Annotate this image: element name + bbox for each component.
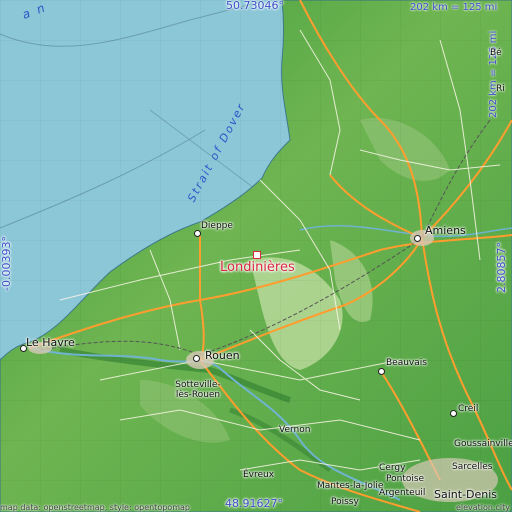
city-label-goussainville: Goussainville bbox=[454, 439, 512, 449]
city-label-pontoise: Pontoise bbox=[386, 474, 425, 484]
location-marker[interactable] bbox=[253, 251, 261, 259]
city-label-le-havre: Le Havre bbox=[26, 336, 75, 349]
city-dot-beauvais bbox=[378, 368, 385, 375]
coord-top-latitude: 50.73046° bbox=[226, 0, 284, 12]
scale-horizontal: 202 km = 125 mi bbox=[410, 2, 498, 13]
city-label-rouen: Rouen bbox=[205, 349, 240, 362]
city-label-creil: Creil bbox=[458, 404, 479, 414]
city-label-argenteuil: Argenteuil bbox=[379, 488, 426, 498]
city-label-saint-denis: Saint-Denis bbox=[434, 488, 498, 501]
highlight-city-label[interactable]: Londinières bbox=[220, 261, 295, 275]
city-label-sarcelles: Sarcelles bbox=[452, 462, 493, 472]
scale-vertical: 202 km = 125 mi bbox=[488, 30, 499, 118]
map-attribution[interactable]: map data: openstreetmap, style: opentopo… bbox=[0, 503, 190, 512]
city-label-poissy: Poissy bbox=[331, 497, 359, 507]
city-label-amiens: Amiens bbox=[425, 224, 466, 237]
city-label-dieppe: Dieppe bbox=[201, 221, 233, 231]
city-dot-rouen bbox=[193, 355, 200, 362]
site-attribution[interactable]: elevation.city bbox=[456, 503, 510, 512]
city-label-sotteville: Sotteville-lès-Rouen bbox=[175, 380, 221, 400]
city-label-mantes: Mantes-la-Jolie bbox=[317, 481, 384, 491]
city-label-be-fragment: Bé bbox=[490, 48, 502, 58]
topographic-map[interactable]: a n Strait of Dover 50.73046° 48.91627° … bbox=[0, 0, 512, 512]
city-dot-creil bbox=[450, 410, 457, 417]
coord-right-longitude: 2.80857° bbox=[495, 242, 508, 293]
city-label-vernon: Vernon bbox=[279, 425, 311, 435]
coord-bottom-latitude: 48.91627° bbox=[225, 497, 283, 510]
city-label-ri-fragment: Ri bbox=[496, 84, 505, 94]
city-dot-amiens bbox=[414, 235, 421, 242]
city-label-beauvais: Beauvais bbox=[386, 358, 427, 368]
city-dot-dieppe bbox=[194, 230, 201, 237]
city-label-evreux: Évreux bbox=[243, 470, 275, 480]
city-label-cergy: Cergy bbox=[379, 463, 406, 473]
coord-left-longitude: -0.00393° bbox=[0, 236, 13, 291]
